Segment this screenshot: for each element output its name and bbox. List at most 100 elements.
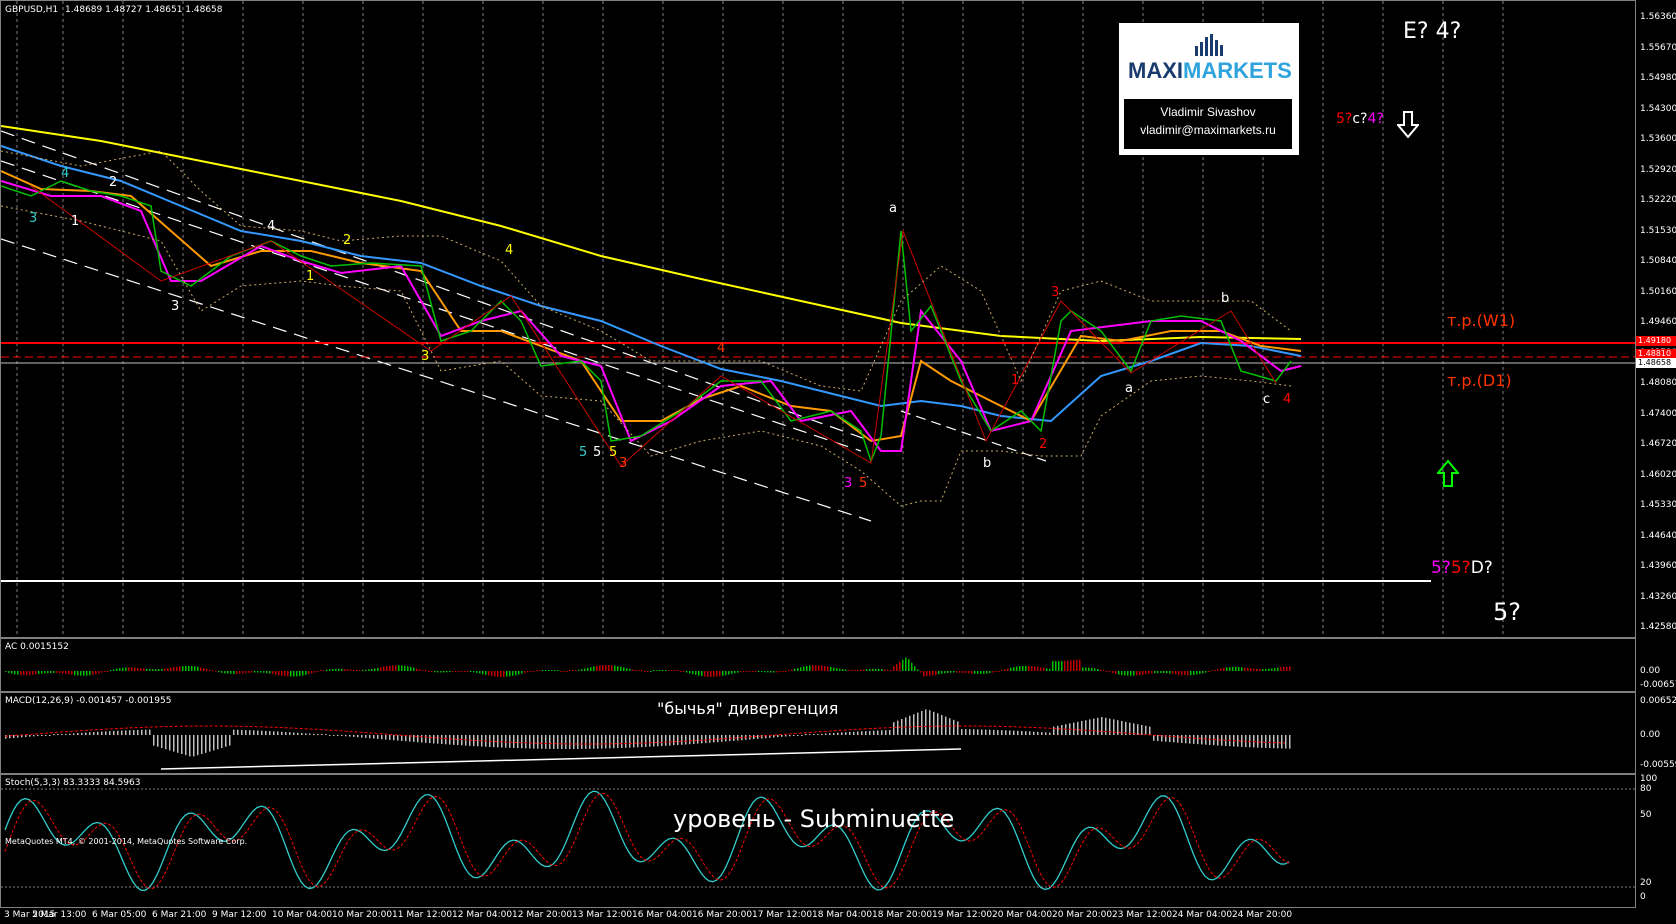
macd-bar [545, 735, 547, 749]
macd-bar [297, 732, 299, 735]
ac-bar [986, 671, 988, 674]
ac-bar [872, 668, 874, 671]
ac-bar [1010, 667, 1012, 671]
ac-bar [956, 671, 958, 673]
price-panel[interactable]: GBPUSD,H1 1.48689 1.48727 1.48651 1.4865… [0, 0, 1636, 638]
ac-bar [1088, 667, 1090, 671]
macd-bar [265, 730, 267, 735]
stoch-axis-100: 100 [1640, 774, 1658, 784]
time-axis-label: 20 Mar 20:00 [1052, 910, 1113, 920]
ac-bar [1283, 666, 1285, 671]
ac-bar [536, 670, 538, 671]
ac-bar [209, 669, 211, 671]
ac-panel[interactable]: AC 0.0015152 [0, 638, 1636, 692]
ac-bar [1013, 667, 1015, 671]
ac-bar [458, 671, 460, 672]
ac-bar [767, 671, 769, 673]
wave-label: 2 [1039, 437, 1048, 452]
ac-bar [1154, 671, 1156, 674]
macd-bar [897, 720, 899, 735]
stoch-axis-80: 80 [1640, 784, 1652, 794]
ac-bar [524, 671, 526, 673]
annotation-mid-right-c: 4? [1367, 111, 1384, 127]
macd-bar [673, 735, 675, 746]
wave-label: 5 [609, 445, 618, 460]
ac-bar [128, 667, 130, 671]
wave-label: 3 [844, 476, 853, 491]
macd-bar [13, 735, 15, 739]
chart-symbol-header: GBPUSD,H1 1.48689 1.48727 1.48651 1.4865… [5, 5, 223, 15]
ac-bar [449, 671, 451, 673]
macd-bar [565, 735, 567, 749]
time-axis-label: 10 Mar 04:00 [272, 910, 333, 920]
price-axis-label: 1.42580 [1640, 622, 1676, 632]
ac-bar [1142, 671, 1144, 675]
ac-bar [812, 665, 814, 671]
ac-bar [272, 671, 274, 675]
annotation-d1-label: т.р.(D1) [1447, 371, 1512, 390]
ac-bar [440, 671, 442, 673]
ac-bar [731, 671, 733, 674]
macd-bar [137, 729, 139, 735]
macd-panel[interactable]: MACD(12,26,9) -0.001457 -0.001955 "бычья… [0, 692, 1636, 774]
ac-bar [368, 669, 370, 671]
stoch-panel[interactable]: Stoch(5,3,3) 83.3333 84.5963 уровень - S… [0, 774, 1636, 908]
ac-bar [323, 670, 325, 671]
ac-bar [347, 669, 349, 671]
ac-bar [224, 671, 226, 674]
macd-bar [637, 735, 639, 748]
ac-bar [632, 669, 634, 671]
ac-axis-min: -0.006579 [1640, 680, 1676, 690]
macd-bar [1281, 735, 1283, 749]
ac-bar [1022, 665, 1024, 671]
macd-bar [1021, 731, 1023, 735]
ac-bar [905, 657, 907, 671]
macd-bar [661, 735, 663, 747]
ac-bar [671, 670, 673, 671]
macd-bar [621, 735, 623, 748]
macd-bar [33, 735, 35, 737]
wave-label: a [889, 201, 897, 216]
ac-bar [437, 671, 439, 673]
ac-bar [1202, 671, 1204, 674]
ac-bar [728, 671, 730, 675]
ac-bar [1070, 660, 1072, 671]
ac-bar [1169, 671, 1171, 674]
macd-bar [497, 735, 499, 748]
macd-bar [273, 731, 275, 735]
ac-bar [1067, 660, 1069, 671]
ac-bar [125, 667, 127, 671]
macd-bar [917, 712, 919, 735]
ac-bar [392, 665, 394, 671]
macd-bar [249, 730, 251, 735]
ac-bar [740, 671, 742, 673]
ac-bar [1178, 671, 1180, 675]
macd-bar [253, 730, 255, 735]
ac-bar [818, 665, 820, 671]
wave-label: 1 [306, 269, 315, 284]
price-axis-label: 1.54980 [1640, 73, 1676, 83]
macd-bar [1089, 719, 1091, 735]
ac-bar [1049, 668, 1051, 671]
ac-bar [527, 671, 529, 673]
ac-bar [212, 670, 214, 671]
ac-bar [1145, 671, 1147, 675]
ac-bar [1226, 667, 1228, 671]
ac-bar [1265, 668, 1267, 671]
ac-bar [89, 671, 91, 676]
ac-bar [923, 671, 925, 677]
ac-bar [1079, 659, 1081, 671]
macd-bar [601, 735, 603, 749]
macd-bar [1053, 726, 1055, 735]
ac-bar [860, 669, 862, 671]
ac-bar [707, 671, 709, 677]
ac-bar [332, 668, 334, 671]
ac-bar [599, 665, 601, 671]
ac-bar [461, 671, 463, 672]
macd-bar [25, 735, 27, 738]
macd-bar [41, 735, 43, 736]
ac-bar [542, 670, 544, 671]
ac-bar [464, 671, 466, 672]
ac-bar [365, 669, 367, 671]
ac-bar [908, 659, 910, 671]
